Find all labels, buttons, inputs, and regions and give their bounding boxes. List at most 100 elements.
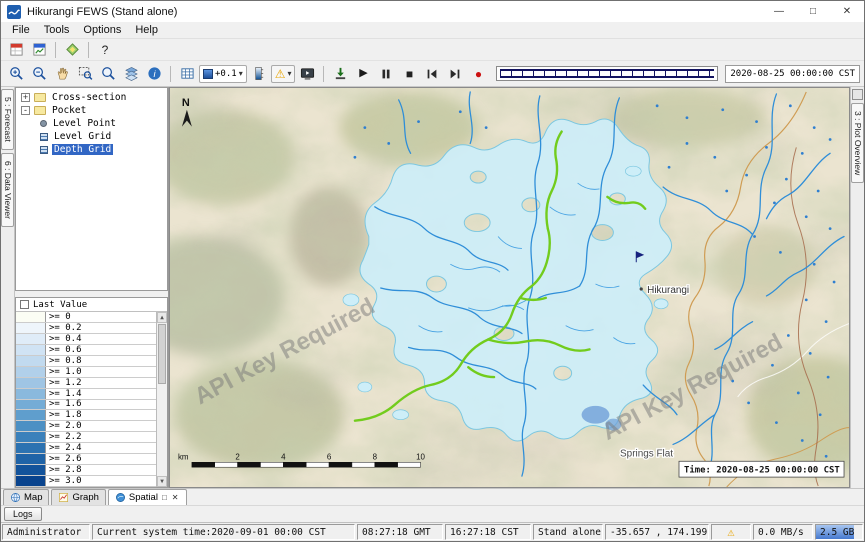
main-toolbar: ? xyxy=(1,39,864,61)
zoom-in-icon xyxy=(9,66,24,81)
expand-icon[interactable]: + xyxy=(21,93,30,102)
export-animation-button[interactable] xyxy=(329,64,351,84)
menu-tools[interactable]: Tools xyxy=(37,23,77,37)
legend-scrollbar[interactable]: ▲ ▼ xyxy=(156,312,167,487)
map-time-label: Time: 2020-08-25 00:00:00 CST xyxy=(684,465,840,476)
pin-button[interactable] xyxy=(852,89,863,100)
tree-item-label: Level Grid xyxy=(52,131,113,142)
scroll-up-icon[interactable]: ▲ xyxy=(157,312,167,323)
zoom-out-button[interactable] xyxy=(28,64,50,84)
pause-button[interactable] xyxy=(375,64,397,84)
status-coordinates: -35.657 , 174.199 xyxy=(605,524,709,540)
scrollbar-thumb[interactable] xyxy=(158,324,166,384)
toolbar-separator xyxy=(323,66,324,82)
globe-icon xyxy=(10,492,21,503)
map-label-springs-flat: Springs Flat xyxy=(620,448,673,459)
tree-item-level-point[interactable]: Level Point xyxy=(16,117,167,130)
stop-icon: ■ xyxy=(406,68,413,80)
record-button[interactable]: ● xyxy=(467,64,489,84)
chart-icon xyxy=(58,492,69,503)
menu-file[interactable]: File xyxy=(5,23,37,37)
legend-swatch xyxy=(16,476,46,486)
legend-swatch xyxy=(16,400,46,410)
bottom-tab-bar: Map Graph Spatial □ ✕ xyxy=(1,488,864,505)
close-button[interactable]: ✕ xyxy=(830,1,864,22)
time-slider[interactable] xyxy=(496,66,718,81)
maximize-button[interactable]: □ xyxy=(796,1,830,22)
animation-window-button[interactable] xyxy=(296,64,318,84)
legend-label: >= 1.8 xyxy=(46,410,82,420)
warning-icon: ⚠ xyxy=(727,526,734,538)
minimize-button[interactable]: — xyxy=(762,1,796,22)
legend-bar-button[interactable] xyxy=(248,64,270,84)
database-button[interactable] xyxy=(28,40,50,60)
zoom-in-button[interactable] xyxy=(5,64,27,84)
pan-button[interactable] xyxy=(51,64,73,84)
tab-graph-label: Graph xyxy=(72,492,98,503)
tab-data-viewer[interactable]: 6 : Data Viewer xyxy=(1,153,14,227)
legend-swatch xyxy=(16,454,46,464)
scroll-down-icon[interactable]: ▼ xyxy=(157,476,167,487)
tab-spatial[interactable]: Spatial □ ✕ xyxy=(108,489,187,505)
grid-display-button[interactable] xyxy=(176,64,198,84)
layer-tree: + Cross-section - Pocket Level Point Lev… xyxy=(15,87,168,291)
map-tool-button[interactable] xyxy=(61,40,83,60)
skip-to-start-button[interactable] xyxy=(421,64,443,84)
legend-label: >= 0 xyxy=(46,312,71,322)
explorer-button[interactable] xyxy=(5,40,27,60)
explorer-icon xyxy=(9,42,24,57)
skip-to-end-button[interactable] xyxy=(444,64,466,84)
menu-help[interactable]: Help xyxy=(128,23,165,37)
map-toolbar: i +0.1 ▾ ⚠ ▾ ▶ ■ xyxy=(1,61,864,87)
logs-row: Logs xyxy=(1,505,864,522)
tree-item-depth-grid[interactable]: Depth Grid xyxy=(16,143,167,156)
map-canvas[interactable]: Hikurangi Springs Flat API Key Required … xyxy=(170,88,849,487)
tab-maximize-icon[interactable]: □ xyxy=(161,493,168,502)
map-tool-icon xyxy=(65,42,80,57)
legend-row: >= 2.8 xyxy=(16,465,156,476)
tab-graph[interactable]: Graph xyxy=(51,489,105,505)
status-warning[interactable]: ⚠ xyxy=(711,524,751,540)
legend-swatch xyxy=(16,356,46,366)
tree-item-level-grid[interactable]: Level Grid xyxy=(16,130,167,143)
zoom-box-button[interactable] xyxy=(74,64,96,84)
legend-swatch xyxy=(16,465,46,475)
tree-item-pocket[interactable]: - Pocket xyxy=(16,104,167,117)
memory-label: 2.5 GB xyxy=(820,527,854,538)
play-button[interactable]: ▶ xyxy=(352,64,374,84)
help-button[interactable]: ? xyxy=(94,40,116,60)
layers-button[interactable] xyxy=(120,64,142,84)
chevron-down-icon: ▾ xyxy=(287,69,291,78)
chevron-down-icon: ▾ xyxy=(239,69,243,78)
legend-label: >= 2.8 xyxy=(46,465,82,475)
tab-map[interactable]: Map xyxy=(3,489,49,505)
status-local-time: 16:27:18 CST xyxy=(445,524,531,540)
app-icon xyxy=(7,5,21,19)
interval-selector[interactable]: +0.1 ▾ xyxy=(199,65,247,83)
folder-icon xyxy=(34,106,46,115)
legend-swatch xyxy=(16,443,46,453)
legend-swatch xyxy=(16,334,46,344)
last-value-checkbox[interactable] xyxy=(20,300,29,309)
layers-icon xyxy=(124,66,139,81)
folder-icon xyxy=(34,93,46,102)
collapse-icon[interactable]: - xyxy=(21,106,30,115)
map-view: Hikurangi Springs Flat API Key Required … xyxy=(169,87,850,488)
tab-close-icon[interactable]: ✕ xyxy=(171,493,180,502)
info-icon: i xyxy=(147,66,162,81)
legend-swatch xyxy=(16,378,46,388)
tab-forecast[interactable]: 5 : Forecast xyxy=(1,89,14,150)
tab-plot-overview[interactable]: 3 : Plot Overview xyxy=(851,103,864,183)
thresholds-selector[interactable]: ⚠ ▾ xyxy=(271,65,296,83)
left-tab-strip: 5 : Forecast 6 : Data Viewer xyxy=(1,87,15,488)
stop-button[interactable]: ■ xyxy=(398,64,420,84)
info-button[interactable]: i xyxy=(143,64,165,84)
menu-options[interactable]: Options xyxy=(76,23,128,37)
logs-button[interactable]: Logs xyxy=(4,507,42,521)
current-datetime-field[interactable]: 2020-08-25 00:00:00 CST xyxy=(725,65,860,83)
zoom-previous-button[interactable] xyxy=(97,64,119,84)
play-icon: ▶ xyxy=(359,68,367,79)
legend-body: >= 0 >= 0.2 >= 0.4 >= 0.6 >= 0.8 >= 1.0 … xyxy=(16,312,167,487)
tree-item-cross-section[interactable]: + Cross-section xyxy=(16,91,167,104)
map-time-box: Time: 2020-08-25 00:00:00 CST xyxy=(679,461,844,477)
